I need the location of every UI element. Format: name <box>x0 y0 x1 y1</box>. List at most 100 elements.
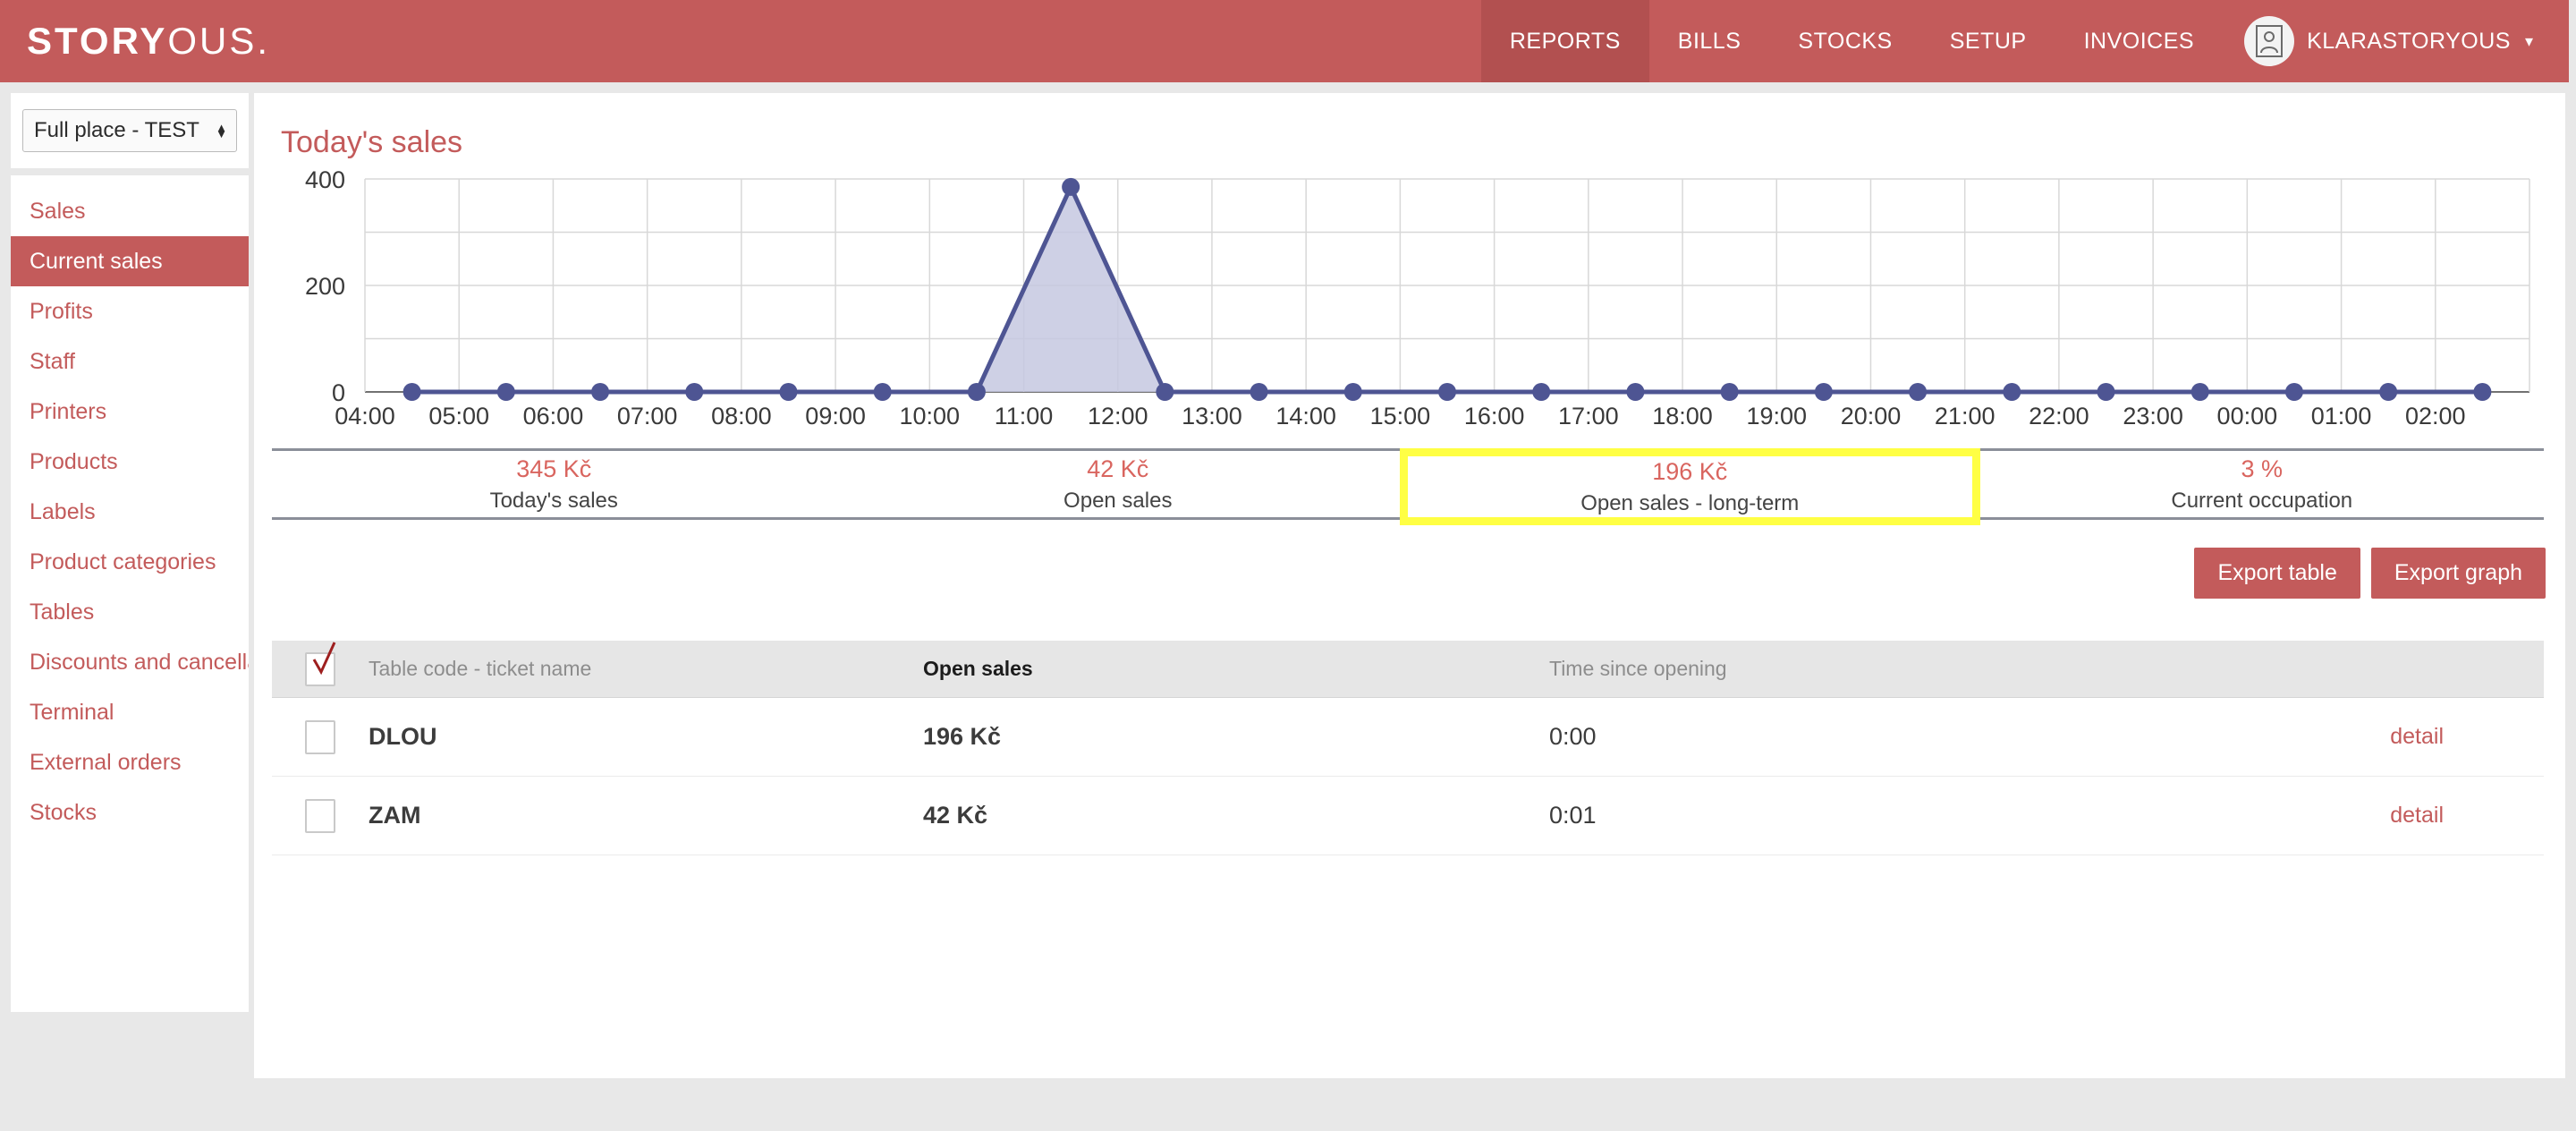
cell-text: DLOU <box>369 723 437 750</box>
svg-text:15:00: 15:00 <box>1370 403 1431 428</box>
svg-text:21:00: 21:00 <box>1935 403 1996 428</box>
nav-item-stocks[interactable]: STOCKS <box>1769 0 1920 82</box>
sidebar-item-labels[interactable]: Labels <box>11 487 249 537</box>
sidebar-item-sales[interactable]: Sales <box>11 186 249 236</box>
chevron-down-icon: ▾ <box>2524 31 2533 50</box>
svg-text:09:00: 09:00 <box>805 403 866 428</box>
svg-text:200: 200 <box>305 273 345 300</box>
logo-bold-part: STORY <box>27 20 168 62</box>
stat-open-sales-long-term: 196 Kč Open sales - long-term <box>1400 448 1980 525</box>
content-panel: Today's sales 0 200 400 04:00 05:00 06:00 07:0… <box>254 93 2565 1078</box>
place-selector-panel: Full place - TEST ▲ ▼ <box>11 93 249 168</box>
cell-table-code: DLOU <box>369 723 923 751</box>
svg-text:19:00: 19:00 <box>1746 403 1807 428</box>
svg-text:23:00: 23:00 <box>2123 403 2183 428</box>
svg-text:07:00: 07:00 <box>617 403 678 428</box>
cell-text: 42 Kč <box>923 802 988 829</box>
export-table-button[interactable]: Export table <box>2194 548 2360 599</box>
sidebar-item-discounts-and-cancellations[interactable]: Discounts and cancellations <box>11 637 249 687</box>
cell-open-sales: 42 Kč <box>923 802 1549 829</box>
user-portrait-icon <box>2256 25 2284 57</box>
page-title: Today's sales <box>281 125 463 159</box>
svg-text:12:00: 12:00 <box>1088 403 1148 428</box>
row-checkbox[interactable] <box>305 719 335 754</box>
stat-label: Today's sales <box>489 488 618 513</box>
cell-table-code: ZAM <box>369 802 923 829</box>
column-header-table-code: Table code - ticket name <box>369 657 923 681</box>
export-buttons: Export table Export graph <box>2194 548 2546 599</box>
place-select[interactable]: Full place - TEST ▲ ▼ <box>22 109 237 152</box>
stat-open-sales: 42 Kč Open sales <box>836 451 1401 517</box>
nav-item-invoices[interactable]: INVOICES <box>2055 0 2223 82</box>
column-label: Open sales <box>923 657 1033 680</box>
stat-value: 196 Kč <box>1652 457 1728 485</box>
stat-label: Current occupation <box>2171 488 2353 513</box>
cell-detail: detail <box>2157 803 2544 829</box>
svg-text:22:00: 22:00 <box>2029 403 2089 428</box>
table-header-row: Table code - ticket name Open sales Time… <box>272 641 2544 698</box>
sidebar-item-product-categories[interactable]: Product categories <box>11 537 249 587</box>
table-row[interactable]: ZAM 42 Kč 0:01 detail <box>272 777 2544 855</box>
open-tickets-table: Table code - ticket name Open sales Time… <box>272 641 2544 855</box>
column-label: Table code - ticket name <box>369 657 592 680</box>
sales-chart-svg: 020040004:00 05:00 06:00 07:00 08:00 09:00 10:… <box>305 168 2530 428</box>
cell-detail: detail <box>2157 724 2544 750</box>
detail-link[interactable]: detail <box>2390 724 2444 750</box>
stats-row: 345 Kč Today's sales 42 Kč Open sales 19… <box>272 448 2544 525</box>
column-label: Time since opening <box>1549 657 1727 680</box>
svg-text:04:00: 04:00 <box>335 403 395 428</box>
sidebar-item-external-orders[interactable]: External orders <box>11 737 249 787</box>
svg-text:00:00: 00:00 <box>2217 403 2278 428</box>
select-all-cell <box>272 641 369 686</box>
svg-text:14:00: 14:00 <box>1275 403 1336 428</box>
cell-text: 0:01 <box>1549 802 1597 829</box>
column-header-open-sales: Open sales <box>923 657 1549 681</box>
cell-text: 0:00 <box>1549 723 1597 750</box>
sidebar-item-profits[interactable]: Profits <box>11 286 249 336</box>
stepper-arrows-icon: ▲ ▼ <box>216 122 227 140</box>
sidebar-item-products[interactable]: Products <box>11 437 249 487</box>
select-all-checkbox[interactable] <box>305 641 336 686</box>
column-header-time-since-opening: Time since opening <box>1549 657 2157 681</box>
sales-chart: 0 200 400 04:00 05:00 06:00 07:00 08:00 09:00 10:… <box>254 168 2565 428</box>
svg-text:16:00: 16:00 <box>1464 403 1525 428</box>
stat-value: 345 Kč <box>516 455 592 482</box>
sidebar-item-current-sales[interactable]: Current sales <box>11 236 249 286</box>
check-icon <box>312 641 336 675</box>
storyous-logo[interactable]: STORY OUS. <box>0 0 270 82</box>
sidebar-item-printers[interactable]: Printers <box>11 387 249 437</box>
svg-text:10:00: 10:00 <box>900 403 961 428</box>
sidebar-item-tables[interactable]: Tables <box>11 587 249 637</box>
user-name: KLARASTORYOUS <box>2307 28 2511 54</box>
cell-time-since-opening: 0:00 <box>1549 723 2157 751</box>
row-select-cell <box>272 798 369 833</box>
nav-items: REPORTS BILLS STOCKS SETUP INVOICES <box>1480 0 2223 82</box>
svg-text:01:00: 01:00 <box>2311 403 2372 428</box>
nav-item-reports[interactable]: REPORTS <box>1480 0 1649 82</box>
svg-text:17:00: 17:00 <box>1558 403 1619 428</box>
arrow-down-icon: ▼ <box>216 127 227 140</box>
sidebar-item-terminal[interactable]: Terminal <box>11 687 249 737</box>
user-menu[interactable]: KLARASTORYOUS ▾ <box>2223 0 2569 82</box>
cell-open-sales: 196 Kč <box>923 723 1549 751</box>
stat-value: 3 % <box>2241 455 2284 482</box>
stat-label: Open sales - long-term <box>1580 490 1800 515</box>
table-row[interactable]: DLOU 196 Kč 0:00 detail <box>272 698 2544 777</box>
svg-text:13:00: 13:00 <box>1182 403 1242 428</box>
stat-todays-sales: 345 Kč Today's sales <box>272 451 836 517</box>
row-checkbox[interactable] <box>305 798 335 833</box>
sidebar-navigation: Sales Current sales Profits Staff Printe… <box>11 175 249 1012</box>
nav-item-bills[interactable]: BILLS <box>1649 0 1770 82</box>
nav-item-setup[interactable]: SETUP <box>1921 0 2055 82</box>
row-select-cell <box>272 719 369 754</box>
sidebar-item-staff[interactable]: Staff <box>11 336 249 387</box>
detail-link[interactable]: detail <box>2390 803 2444 829</box>
export-graph-button[interactable]: Export graph <box>2370 548 2546 599</box>
svg-text:06:00: 06:00 <box>523 403 584 428</box>
cell-text: 196 Kč <box>923 723 1002 750</box>
sidebar-item-stocks[interactable]: Stocks <box>11 787 249 838</box>
svg-text:400: 400 <box>305 168 345 193</box>
logo-thin-part: OUS. <box>167 20 271 62</box>
avatar <box>2244 16 2295 66</box>
